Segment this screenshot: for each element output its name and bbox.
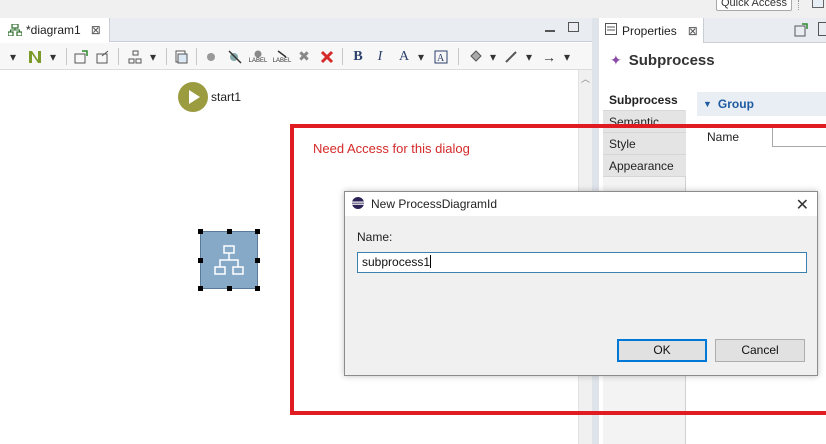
copy-format-icon[interactable]	[172, 48, 190, 65]
line-color-icon[interactable]	[502, 48, 520, 65]
dropdown-arrow-icon[interactable]: ▾	[146, 48, 160, 65]
name-label: Name:	[357, 230, 393, 244]
perspective-icon[interactable]	[812, 0, 824, 8]
dropdown-arrow-icon[interactable]: ▾	[486, 48, 500, 65]
name-input-value: subprocess1	[362, 255, 431, 269]
diagram-icon	[7, 23, 23, 37]
toolbar-separator	[342, 48, 343, 65]
dropdown-arrow-icon[interactable]: ▾	[522, 48, 536, 65]
arrow-style-button[interactable]: →	[540, 48, 558, 65]
tab-properties[interactable]: Properties ⊠	[599, 18, 704, 43]
toolbar-separator	[798, 0, 800, 10]
diagram-toolbar: ▾ ▾ ▾ LABEL LABEL ✖ B I A ▾ A ▾ ▾ → ▾	[0, 43, 592, 70]
delete-from-model-icon[interactable]	[318, 48, 336, 65]
dropdown-arrow-icon[interactable]: ▾	[560, 48, 574, 65]
editor-tab-bar: *diagram1 ⊠	[0, 18, 592, 42]
dropdown-arrow-icon[interactable]: ▾	[46, 48, 60, 65]
new-process-diagram-dialog: New ProcessDiagramId ✕ Name: subprocess1…	[344, 191, 818, 376]
minimize-icon[interactable]	[545, 24, 555, 32]
tab-diagram1[interactable]: *diagram1 ⊠	[0, 18, 110, 42]
tab-label: *diagram1	[26, 23, 81, 37]
label-caption: LABEL	[272, 57, 292, 64]
svg-text:A: A	[437, 53, 445, 64]
close-icon[interactable]: ⊠	[91, 23, 101, 37]
name-input[interactable]: subprocess1	[357, 252, 807, 273]
top-strip	[0, 0, 826, 18]
toolbar-separator	[458, 48, 459, 65]
group-label: Group	[717, 97, 754, 111]
toolbar-separator	[66, 48, 67, 65]
new-element-icon[interactable]	[72, 48, 90, 65]
annotation-note: Need Access for this dialog	[313, 141, 470, 156]
dialog-title: New ProcessDiagramId	[371, 197, 498, 211]
delete-from-diagram-icon[interactable]: ✖	[296, 48, 312, 65]
play-icon	[189, 90, 200, 104]
start-event-label[interactable]: start1	[211, 90, 241, 104]
start-event-node[interactable]	[178, 82, 208, 112]
text-caret	[430, 255, 432, 268]
properties-title: ✦ Subprocess	[610, 52, 715, 69]
close-icon[interactable]: ✕	[796, 195, 809, 215]
label-caption: LABEL	[248, 57, 268, 64]
fill-color-icon[interactable]	[466, 48, 484, 65]
note-icon[interactable]	[26, 48, 44, 65]
subprocess-node[interactable]	[198, 229, 260, 291]
new-properties-view-icon[interactable]	[794, 23, 808, 40]
hide-element-icon[interactable]	[226, 48, 244, 65]
toolbar-separator	[118, 48, 119, 65]
subprocess-type-icon: ✦	[610, 52, 622, 68]
close-icon[interactable]: ⊠	[688, 24, 698, 38]
side-tab-subprocess[interactable]: Subprocess	[603, 89, 686, 111]
dot-icon[interactable]	[204, 48, 218, 65]
hide-label-icon[interactable]: LABEL	[272, 48, 292, 65]
scroll-up-icon[interactable]: ︿	[581, 72, 590, 85]
dialog-titlebar[interactable]: New ProcessDiagramId ✕	[345, 192, 817, 216]
properties-title-text: Subprocess	[628, 52, 715, 69]
group-section-header[interactable]: ▼ Group	[697, 92, 826, 116]
italic-button[interactable]: I	[372, 48, 388, 65]
dropdown-arrow-icon[interactable]: ▾	[414, 48, 428, 65]
cancel-button[interactable]: Cancel	[715, 339, 805, 362]
toolbar-separator	[196, 48, 197, 65]
hierarchy-icon	[214, 245, 244, 275]
text-format-icon[interactable]: A	[432, 48, 450, 65]
view-menu-icon[interactable]	[818, 22, 826, 36]
quick-access-field[interactable]: Quick Access	[716, 0, 792, 11]
arrange-icon[interactable]	[126, 48, 144, 65]
toolbar-separator	[166, 48, 167, 65]
export-icon[interactable]	[94, 48, 112, 65]
maximize-icon[interactable]	[568, 22, 579, 32]
tab-label: Properties	[622, 23, 677, 38]
show-label-icon[interactable]: LABEL	[248, 48, 268, 65]
font-color-button[interactable]: A	[396, 48, 412, 65]
properties-icon	[605, 23, 617, 38]
ok-button[interactable]: OK	[617, 339, 707, 362]
eclipse-icon	[351, 196, 365, 213]
expand-triangle-icon: ▼	[703, 99, 712, 109]
bold-button[interactable]: B	[350, 48, 366, 65]
dropdown-arrow-icon[interactable]: ▾	[4, 48, 22, 65]
